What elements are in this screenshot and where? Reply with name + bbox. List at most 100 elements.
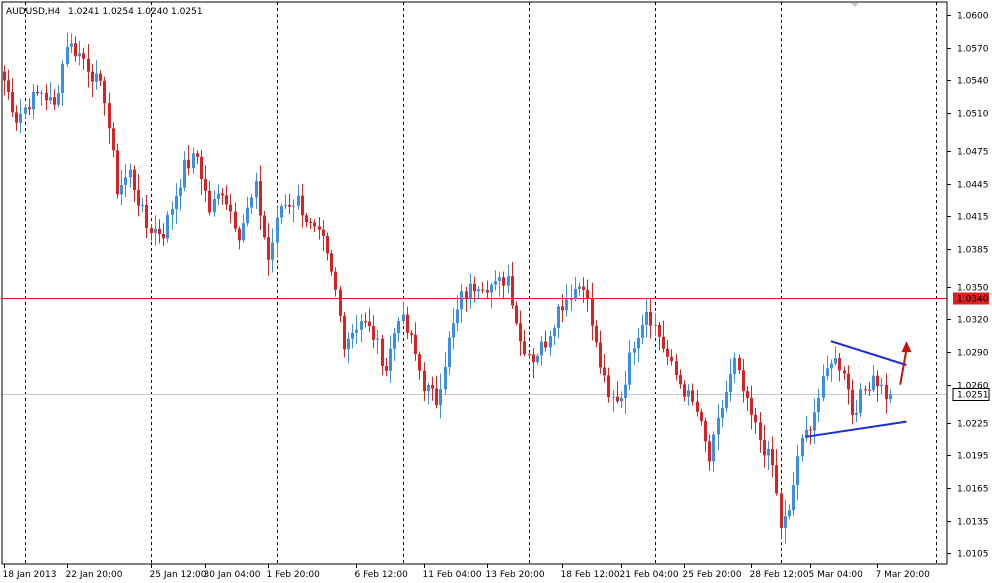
y-axis-tick-label: 1.0540 bbox=[957, 77, 989, 87]
candle-body bbox=[196, 153, 199, 157]
candle-body bbox=[334, 271, 337, 290]
candle-body bbox=[599, 342, 602, 368]
candle-body bbox=[528, 354, 531, 356]
chart-symbol-label: AUDUSD,H4 bbox=[6, 7, 61, 17]
y-axis-tick-label: 1.0320 bbox=[957, 316, 989, 326]
candle-body bbox=[137, 190, 140, 206]
y-axis-tick-label: 1.0225 bbox=[957, 420, 989, 430]
candle-body bbox=[490, 284, 493, 293]
y-axis-tick-label: 1.0290 bbox=[957, 349, 989, 359]
candle-body bbox=[838, 358, 841, 371]
y-axis-tick-label: 1.0600 bbox=[957, 12, 989, 22]
candle-body bbox=[53, 97, 56, 105]
candle-body bbox=[343, 315, 346, 350]
candle-body bbox=[817, 397, 820, 413]
candle-body bbox=[318, 226, 321, 230]
candle-body bbox=[435, 388, 438, 406]
candle-body bbox=[330, 253, 333, 272]
candle-body bbox=[561, 306, 564, 311]
y-axis-tick-label: 1.0165 bbox=[957, 485, 989, 495]
chart-background bbox=[0, 0, 992, 583]
candle-body bbox=[494, 281, 497, 285]
x-axis-tick-label: 5 Mar 04:00 bbox=[809, 570, 864, 580]
candle-body bbox=[397, 321, 400, 334]
candle-body bbox=[376, 338, 379, 340]
y-axis-tick-label: 1.0350 bbox=[957, 284, 989, 294]
candle-body bbox=[843, 370, 846, 374]
x-axis-tick-label: 28 Feb 12:00 bbox=[750, 570, 809, 580]
candle-body bbox=[192, 153, 195, 169]
candle-body bbox=[141, 204, 144, 206]
candle-body bbox=[183, 159, 186, 188]
candle-body bbox=[49, 97, 52, 101]
candle-body bbox=[389, 348, 392, 371]
candle-body bbox=[666, 348, 669, 357]
candle-body bbox=[670, 356, 673, 362]
candle-body bbox=[498, 277, 501, 282]
candle-body bbox=[519, 323, 522, 342]
candle-body bbox=[784, 516, 787, 528]
candle-body bbox=[246, 207, 249, 224]
candle-body bbox=[444, 367, 447, 390]
candle-body bbox=[796, 456, 799, 486]
candle-body bbox=[872, 375, 875, 391]
candle-body bbox=[855, 412, 858, 416]
candle-body bbox=[3, 71, 6, 81]
candle-body bbox=[511, 276, 514, 306]
candle-body bbox=[91, 71, 94, 82]
candle-body bbox=[372, 326, 375, 340]
candle-body bbox=[95, 73, 98, 82]
candle-body bbox=[759, 422, 762, 441]
candle-body bbox=[301, 195, 304, 216]
candle-body bbox=[473, 283, 476, 292]
candle-body bbox=[507, 276, 510, 286]
candle-body bbox=[830, 363, 833, 369]
x-axis-tick-label: 18 Feb 12:00 bbox=[561, 570, 620, 580]
x-axis-tick-label: 22 Jan 20:00 bbox=[66, 570, 123, 580]
price-chart[interactable]: 1.0600 1.0570 1.0540 1.0510 1.0475 1.0445 1.04… bbox=[0, 0, 992, 583]
candle-body bbox=[393, 333, 396, 349]
candle-body bbox=[704, 421, 707, 442]
x-axis-tick-label: 30 Jan 04:00 bbox=[204, 570, 261, 580]
candle-body bbox=[234, 211, 237, 229]
candle-body bbox=[801, 437, 804, 457]
candle-body bbox=[103, 80, 106, 104]
candle-body bbox=[780, 493, 783, 528]
candle-body bbox=[536, 355, 539, 363]
candle-body bbox=[158, 228, 161, 235]
candle-body bbox=[414, 334, 417, 355]
candle-body bbox=[469, 283, 472, 299]
chart-window: 1.0600 1.0570 1.0540 1.0510 1.0475 1.0445 1.04… bbox=[0, 0, 992, 583]
candle-body bbox=[637, 337, 640, 349]
candle-body bbox=[633, 348, 636, 353]
candle-body bbox=[607, 375, 610, 398]
candle-body bbox=[431, 384, 434, 389]
candle-body bbox=[267, 237, 270, 260]
candle-body bbox=[221, 193, 224, 196]
candle-body bbox=[771, 448, 774, 466]
candle-body bbox=[217, 193, 220, 199]
y-axis-tick-label: 1.0475 bbox=[957, 148, 989, 158]
candle-body bbox=[129, 169, 132, 178]
candle-body bbox=[292, 205, 295, 207]
candle-body bbox=[532, 354, 535, 363]
chart-ohlc-label: 1.0241 1.0254 1.0240 1.0251 bbox=[68, 7, 203, 17]
candle-body bbox=[834, 358, 837, 364]
candle-body bbox=[683, 384, 686, 397]
candle-body bbox=[612, 396, 615, 398]
x-axis-tick-label: 1 Feb 20:00 bbox=[267, 570, 321, 580]
candle-body bbox=[66, 46, 69, 64]
candle-body bbox=[368, 321, 371, 327]
candle-body bbox=[582, 286, 585, 290]
x-axis-tick-label: 11 Feb 04:00 bbox=[423, 570, 482, 580]
candle-body bbox=[658, 324, 661, 337]
candle-body bbox=[82, 53, 85, 59]
candle-body bbox=[864, 389, 867, 391]
candle-body bbox=[179, 187, 182, 196]
candle-body bbox=[418, 354, 421, 371]
candle-body bbox=[717, 417, 720, 435]
candle-body bbox=[700, 411, 703, 422]
candle-body bbox=[679, 375, 682, 385]
candle-body bbox=[880, 384, 883, 387]
candle-body bbox=[729, 373, 732, 392]
